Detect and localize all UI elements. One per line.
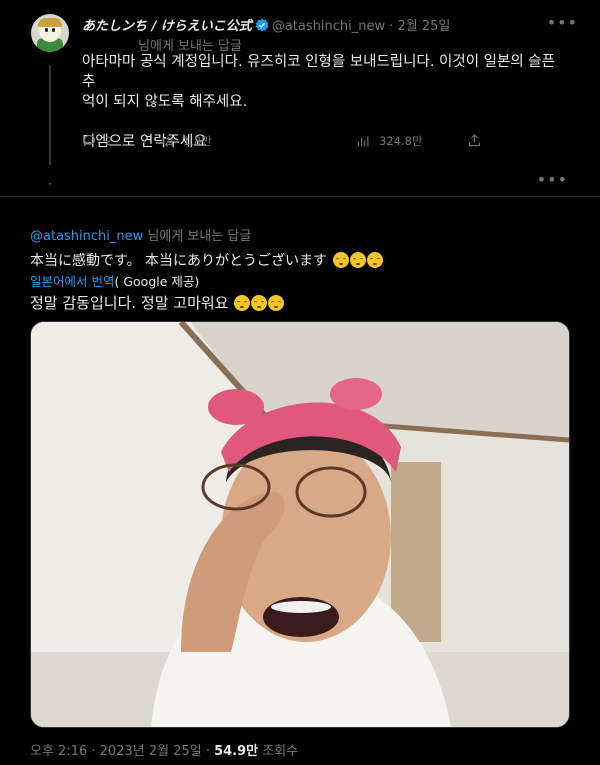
view-count-label: 조회수 xyxy=(258,744,299,759)
show-more-dots: ⋅ xyxy=(48,177,52,191)
emoji-icon xyxy=(268,295,285,311)
mention-link[interactable]: @atashinchi_new xyxy=(30,229,143,244)
tweet-actions: 2 1.8만 324.8만 xyxy=(82,133,492,151)
dot-separator: · xyxy=(389,19,394,34)
translation-provider: ( Google 제공) xyxy=(114,274,200,289)
tweet-datetime[interactable]: 오후 2:16 · 2023년 2월 25일 · xyxy=(30,744,214,759)
thread-connector-line xyxy=(49,65,51,165)
analytics-icon xyxy=(357,136,369,146)
retweet-icon xyxy=(162,135,173,147)
reply-button[interactable]: 2 xyxy=(82,133,112,148)
retweet-button[interactable]: 1.8만 xyxy=(160,133,212,149)
tweet-photo[interactable] xyxy=(30,321,570,728)
more-icon[interactable]: ••• xyxy=(537,170,568,189)
emoji-icon xyxy=(366,252,383,268)
translation-label: 일본어에서 번역( Google 제공) xyxy=(30,271,199,290)
user-handle[interactable]: @atashinchi_new xyxy=(272,19,385,34)
reply-count: 2 xyxy=(105,133,113,148)
retweet-count: 1.8만 xyxy=(183,134,212,148)
verified-badge-icon xyxy=(255,18,269,36)
reply-icon xyxy=(83,134,96,147)
share-icon xyxy=(468,134,481,147)
tweet-text-translated: 정말 감동입니다. 정말 고마워요 xyxy=(30,292,285,313)
tweet-timestamp: 오후 2:16 · 2023년 2월 25일 · 54.9만 조회수 xyxy=(30,740,298,759)
tweet-header: あたしンち / けらえいこ公式 @atashinchi_new · 2월 25일 xyxy=(82,15,450,36)
translate-link[interactable]: 일본어에서 번역 xyxy=(30,274,114,289)
tweet-text-japanese: 本当に感動です。 本当にありがとうございます xyxy=(30,250,383,270)
view-count: 324.8만 xyxy=(379,134,423,148)
emoji-icon xyxy=(251,295,268,311)
emoji-icon xyxy=(332,252,349,268)
avatar[interactable] xyxy=(31,14,69,52)
display-name[interactable]: あたしンち / けらえいこ公式 xyxy=(82,19,252,34)
tweet-text-line: 억이 되지 않도록 해주세요. xyxy=(82,94,248,110)
emoji-icon xyxy=(234,295,251,311)
share-button[interactable] xyxy=(467,133,482,148)
replying-to-label: @atashinchi_new 님에게 보내는 답글 xyxy=(30,229,252,244)
divider xyxy=(0,196,600,197)
tweet-text-line: 아타마마 공식 계정입니다. 유즈히코 인형을 보내드립니다. 이것이 일본의 … xyxy=(82,54,555,90)
view-count: 54.9만 xyxy=(214,744,259,759)
more-icon[interactable]: ••• xyxy=(547,13,578,32)
emoji-icon xyxy=(349,252,366,268)
tweet-date[interactable]: 2월 25일 xyxy=(398,19,451,34)
views-button[interactable]: 324.8만 xyxy=(356,133,423,149)
